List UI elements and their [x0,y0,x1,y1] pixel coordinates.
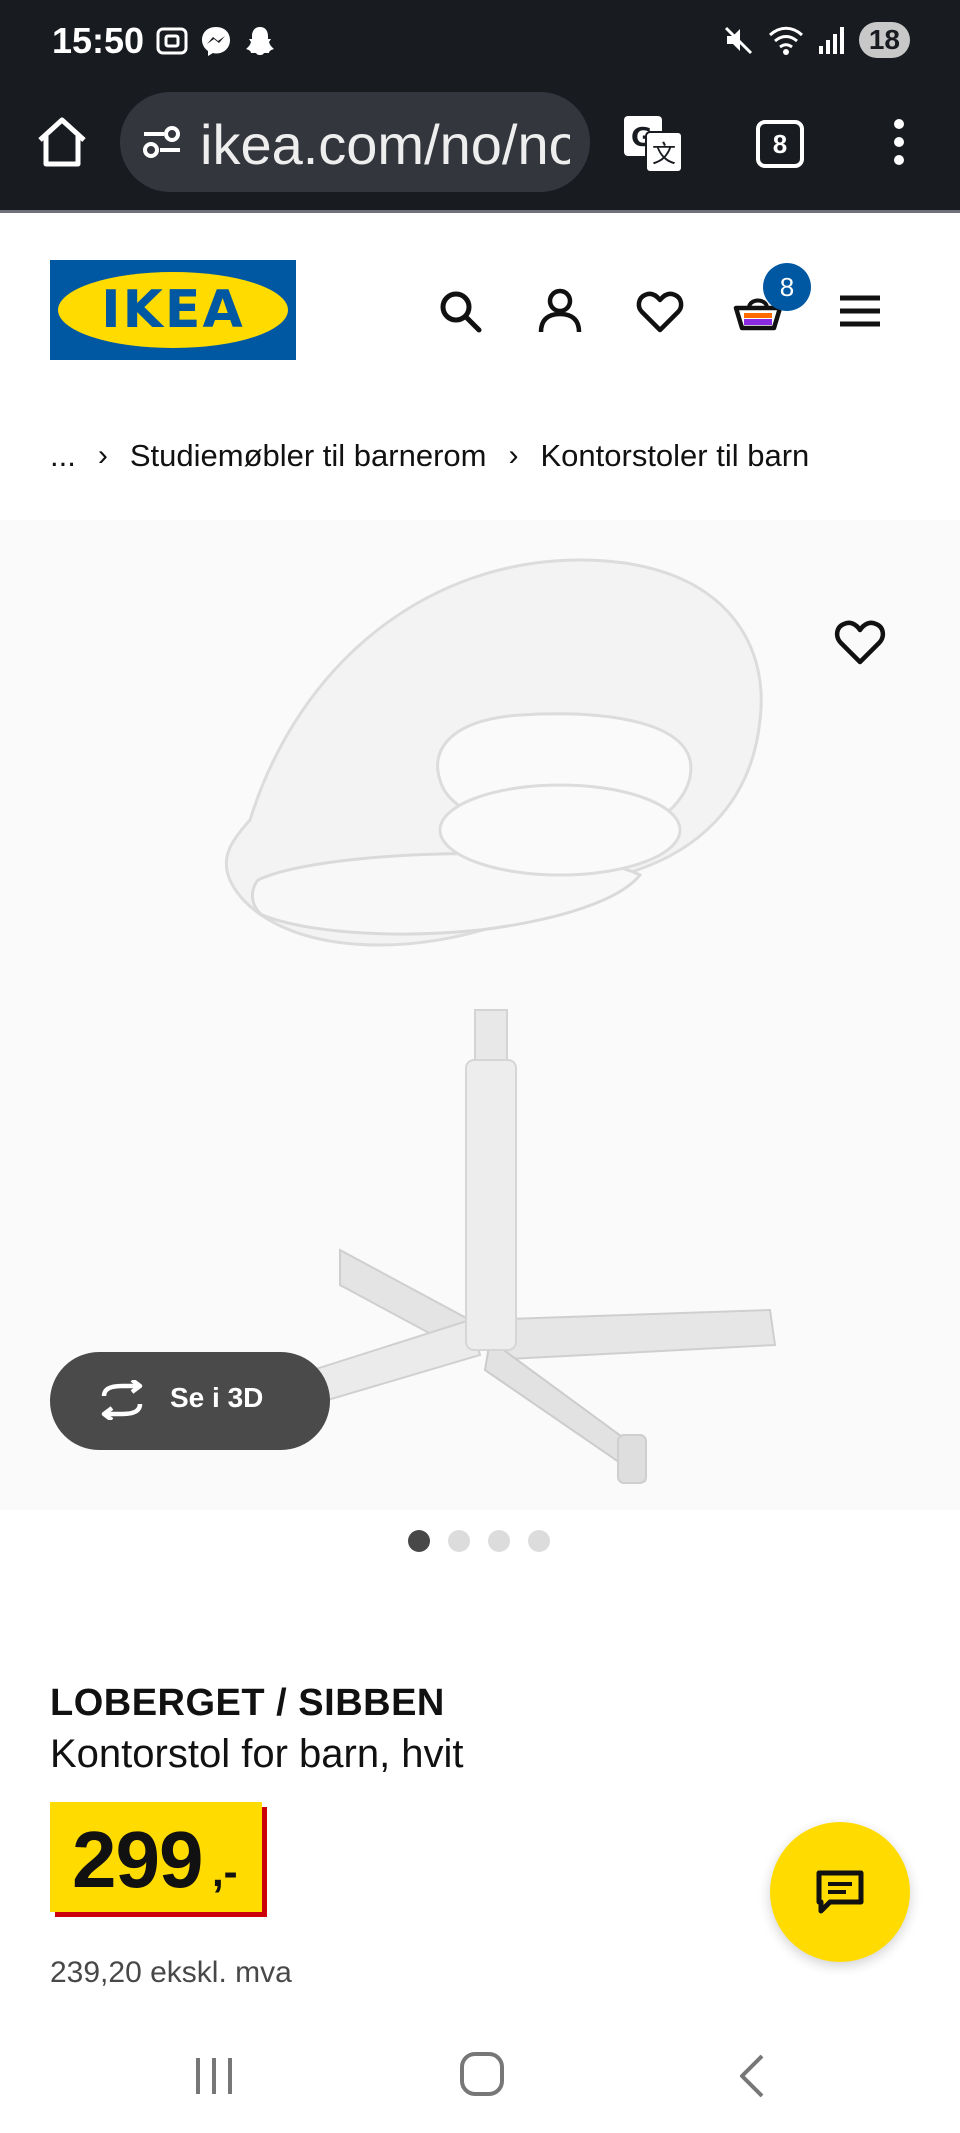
product-description: Kontorstol for barn, hvit [50,1732,464,1776]
view-in-3d-button[interactable]: Se i 3D [50,1352,330,1450]
tab-switcher-button[interactable]: 8 [756,120,804,168]
ikea-logo[interactable]: IKEA [50,260,296,360]
system-icons: 18 [723,22,910,58]
recent-apps-icon[interactable] [192,2056,236,2096]
logo-text: IKEA [101,280,245,340]
price-integer: 299 [72,1815,203,1904]
chat-button[interactable] [770,1822,910,1962]
chat-icon [816,1870,864,1914]
snapchat-icon [246,27,274,55]
wifi-icon [768,26,803,55]
price-suffix: ,- [212,1848,238,1895]
gallery-pagination [408,1530,550,1552]
status-bar: 15:50 18 [0,0,960,86]
profile-icon[interactable] [535,286,585,336]
hamburger-menu-icon[interactable] [835,286,885,336]
messenger-icon [202,27,230,56]
breadcrumb-ellipsis[interactable]: ... [50,438,76,474]
site-header: IKEA 8 [0,213,960,383]
notification-icons [155,24,277,58]
pagination-dot-1[interactable] [408,1530,430,1552]
signal-icon [818,27,844,54]
mute-icon [724,26,752,55]
chevron-right-icon: › [508,439,519,472]
home-nav-icon[interactable] [458,2050,506,2098]
product-name: LOBERGET / SIBBEN [50,1682,445,1724]
site-settings-icon[interactable] [140,122,184,162]
svg-text:文: 文 [652,140,676,168]
breadcrumb-item-kids-office-chairs[interactable]: Kontorstoler til barn [540,438,809,474]
breadcrumb-item-study-furniture[interactable]: Studiemøbler til barnerom [130,438,487,474]
pagination-dot-3[interactable] [488,1530,510,1552]
view-in-3d-label: Se i 3D [170,1382,264,1413]
chevron-right-icon: › [97,439,108,472]
url-text: ikea.com/no/no/p/loberget-sibben [200,113,570,176]
price-excluding-vat: 239,20 ekskl. mva [50,1956,292,1989]
back-icon[interactable] [736,2054,768,2098]
more-menu-icon[interactable] [884,116,914,168]
price-tag: 299 ,- [50,1802,262,1912]
browser-toolbar: ikea.com/no/no/p/loberget-sibben G文 8 [0,86,960,213]
rotate-3d-icon [101,1380,143,1420]
favorites-icon[interactable] [635,286,685,336]
cart-count-badge: 8 [763,263,811,311]
address-bar[interactable]: ikea.com/no/no/p/loberget-sibben [120,92,590,192]
home-icon[interactable] [32,112,92,172]
status-time: 15:50 [52,20,145,61]
add-to-favorites-icon[interactable] [832,614,888,670]
system-navigation-bar [0,2020,960,2133]
translate-icon[interactable]: G文 [620,110,686,176]
battery-level: 18 [858,22,910,58]
search-icon[interactable] [435,286,485,336]
pagination-dot-2[interactable] [448,1530,470,1552]
breadcrumb: ... › Studiemøbler til barnerom › Kontor… [50,438,809,474]
screenshot-icon [156,27,188,55]
pagination-dot-4[interactable] [528,1530,550,1552]
